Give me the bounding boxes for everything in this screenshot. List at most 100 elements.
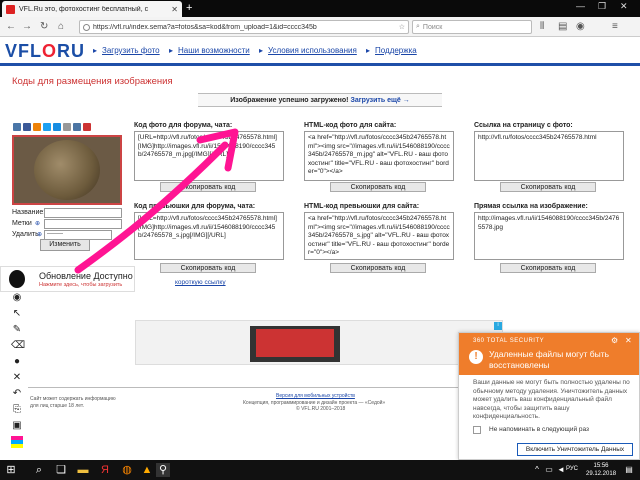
close-window-icon[interactable]: ✕ <box>620 1 628 12</box>
browser-tab[interactable]: VFL.Ru это, фотохостинг бесплатный, с ✕ <box>2 1 182 17</box>
footer-age-notice-1: Сайт может содержать информацию <box>30 396 116 402</box>
copy-forum-thumb-button[interactable]: Скопировать код <box>160 263 256 273</box>
enable-shredder-button[interactable]: Включить Уничтожитель Данных <box>517 443 633 456</box>
start-icon[interactable]: ⊞ <box>4 463 18 477</box>
ad-info-icon[interactable]: i <box>494 322 502 330</box>
address-bar[interactable]: https://vfl.ru/index.sema?a=fotos&sa=kod… <box>79 20 409 34</box>
copy-html-code-button[interactable]: Скопировать код <box>330 182 426 192</box>
forum-thumb-code-textarea[interactable]: [URL=http://vfl.ru/fotos/cccc345b2476557… <box>134 212 284 260</box>
upload-more-link[interactable]: Загрузить ещё → <box>350 97 409 104</box>
reload-icon[interactable]: ↻ <box>40 21 48 32</box>
livejournal-share-icon[interactable] <box>73 123 81 131</box>
vk-share-icon[interactable] <box>13 123 21 131</box>
forward-icon[interactable]: → <box>22 21 32 32</box>
minimize-icon[interactable]: — <box>576 1 585 11</box>
clock-time: 15:56 <box>593 463 609 469</box>
close-tab-icon[interactable]: ✕ <box>171 5 178 14</box>
search-input[interactable]: ⌕ Поиск <box>412 20 532 34</box>
direct-link-textarea[interactable]: http://images.vfl.ru/ii/1546088190/cccc3… <box>474 212 624 260</box>
nav-upload[interactable]: Загрузить фото <box>102 46 160 55</box>
name-field[interactable] <box>44 208 122 218</box>
input-language[interactable]: РУС <box>566 466 578 472</box>
mobile-version-link[interactable]: Версия для мобильных устройств <box>276 393 355 399</box>
site-logo[interactable]: VFLORU <box>5 41 85 62</box>
html-thumb-code-textarea[interactable]: <a href="http://vfl.ru/fotos/cccc345b247… <box>304 212 454 260</box>
color-palette-icon[interactable] <box>11 436 23 448</box>
close-icon[interactable]: ✕ <box>625 336 632 345</box>
tags-label: Метки <box>12 220 32 227</box>
forum-thumb-code-title: Код превьюшки для форума, чата: <box>134 203 256 210</box>
security-notification[interactable]: 360 TOTAL SECURITY ⚙ ✕ ! Удаленные файлы… <box>458 332 640 460</box>
rename-button[interactable]: Изменить <box>40 239 90 251</box>
short-link[interactable]: короткую ссылку <box>175 279 226 286</box>
nav-support[interactable]: Поддержка <box>375 46 417 55</box>
gear-icon[interactable]: ⚙ <box>611 336 618 345</box>
twitter-share-icon[interactable] <box>43 123 51 131</box>
nav-features[interactable]: Наши возможности <box>178 46 250 55</box>
copy-icon[interactable]: ⎘ <box>11 404 23 416</box>
header-divider <box>0 63 640 66</box>
delete-help-icon[interactable]: ⊕ <box>37 231 42 238</box>
facebook-share-icon[interactable] <box>23 123 31 131</box>
library-icon[interactable]: ⫴ <box>540 21 544 32</box>
vlc-icon[interactable]: ▲ <box>140 463 154 477</box>
uploaded-photo-thumbnail[interactable] <box>12 135 122 205</box>
yandex-icon[interactable]: Я <box>98 463 112 477</box>
odnoklassniki-share-icon[interactable] <box>33 123 41 131</box>
html-code-title: HTML-код фото для сайта: <box>304 122 397 129</box>
mailru-share-icon[interactable] <box>53 123 61 131</box>
copy-direct-link-button[interactable]: Скопировать код <box>500 263 596 273</box>
search-icon: ⌕ <box>416 23 420 30</box>
eye-icon[interactable]: ◉ <box>11 292 23 304</box>
tags-help-icon[interactable]: ⊕ <box>35 220 40 227</box>
dont-remind-checkbox[interactable] <box>473 426 481 434</box>
back-icon[interactable]: ← <box>6 21 16 32</box>
pen-icon[interactable]: ✎ <box>11 324 23 336</box>
maximize-icon[interactable]: ❐ <box>598 1 606 12</box>
more-share-icon[interactable] <box>83 123 91 131</box>
warning-icon: ! <box>469 350 483 364</box>
search-taskbar-icon[interactable]: ⌕ <box>32 463 46 477</box>
tags-field[interactable] <box>44 219 122 229</box>
update-icon <box>9 270 25 288</box>
upload-icon: ▸ <box>93 46 98 55</box>
firefox-icon[interactable]: ◍ <box>120 463 134 477</box>
update-title: Обновление Доступно <box>39 271 133 281</box>
task-view-icon[interactable]: ❏ <box>54 463 68 477</box>
html-code-textarea[interactable]: <a href="http://vfl.ru/fotos/cccc345b247… <box>304 131 454 181</box>
system-clock[interactable]: 15:56 29.12.2018 <box>586 462 616 478</box>
page-link-textarea[interactable]: http://vfl.ru/fotos/cccc345b24765578.htm… <box>474 131 624 181</box>
undo-icon[interactable]: ↶ <box>11 388 23 400</box>
logo-part: VFL <box>5 41 42 61</box>
forum-code-title: Код фото для форума, чата: <box>134 122 233 129</box>
footer-age-notice-2: для лиц старше 18 лет. <box>30 403 84 409</box>
copy-html-thumb-button[interactable]: Скопировать код <box>330 263 426 273</box>
clear-icon[interactable]: ✕ <box>11 372 23 384</box>
extension-icon[interactable]: ◉ <box>576 21 585 32</box>
cursor-icon[interactable]: ↖ <box>11 308 23 320</box>
html-thumb-code-title: HTML-код превьюшки для сайта: <box>304 203 420 210</box>
annotation-toolbar: ◉ ↖ ✎ ⌫ ● ✕ ↶ ⎘ ▣ <box>8 292 26 462</box>
home-icon[interactable]: ⌂ <box>58 21 64 32</box>
maps-icon[interactable]: ⚲ <box>156 463 170 477</box>
copy-forum-code-button[interactable]: Скопировать код <box>160 182 256 192</box>
bookmark-star-icon[interactable]: ☆ <box>399 23 405 31</box>
notification-brand: 360 TOTAL SECURITY <box>473 338 545 344</box>
support-icon: ▸ <box>366 46 371 55</box>
dot-icon[interactable]: ● <box>11 356 23 368</box>
forum-code-textarea[interactable]: [URL=http://vfl.ru/fotos/cccc345b2476557… <box>134 131 284 181</box>
new-tab-button[interactable]: + <box>186 2 192 14</box>
eraser-icon[interactable]: ⌫ <box>11 340 25 352</box>
menu-icon[interactable]: ≡ <box>612 21 618 32</box>
camera-icon[interactable]: ▣ <box>11 420 23 432</box>
clock-date: 29.12.2018 <box>586 471 617 477</box>
update-available-popup[interactable]: Обновление Доступно Нажмите здесь, чтобы… <box>0 266 135 292</box>
copy-page-link-button[interactable]: Скопировать код <box>500 182 596 192</box>
sidebar-icon[interactable]: ▤ <box>558 21 567 32</box>
nav-terms[interactable]: Условия использования <box>268 46 357 55</box>
notifications-icon[interactable]: ▤ <box>622 463 636 477</box>
direct-link-title: Прямая ссылка на изображение: <box>474 203 588 210</box>
explorer-icon[interactable]: ▬ <box>76 463 90 477</box>
link-share-icon[interactable] <box>63 123 71 131</box>
coin-image <box>34 140 100 200</box>
